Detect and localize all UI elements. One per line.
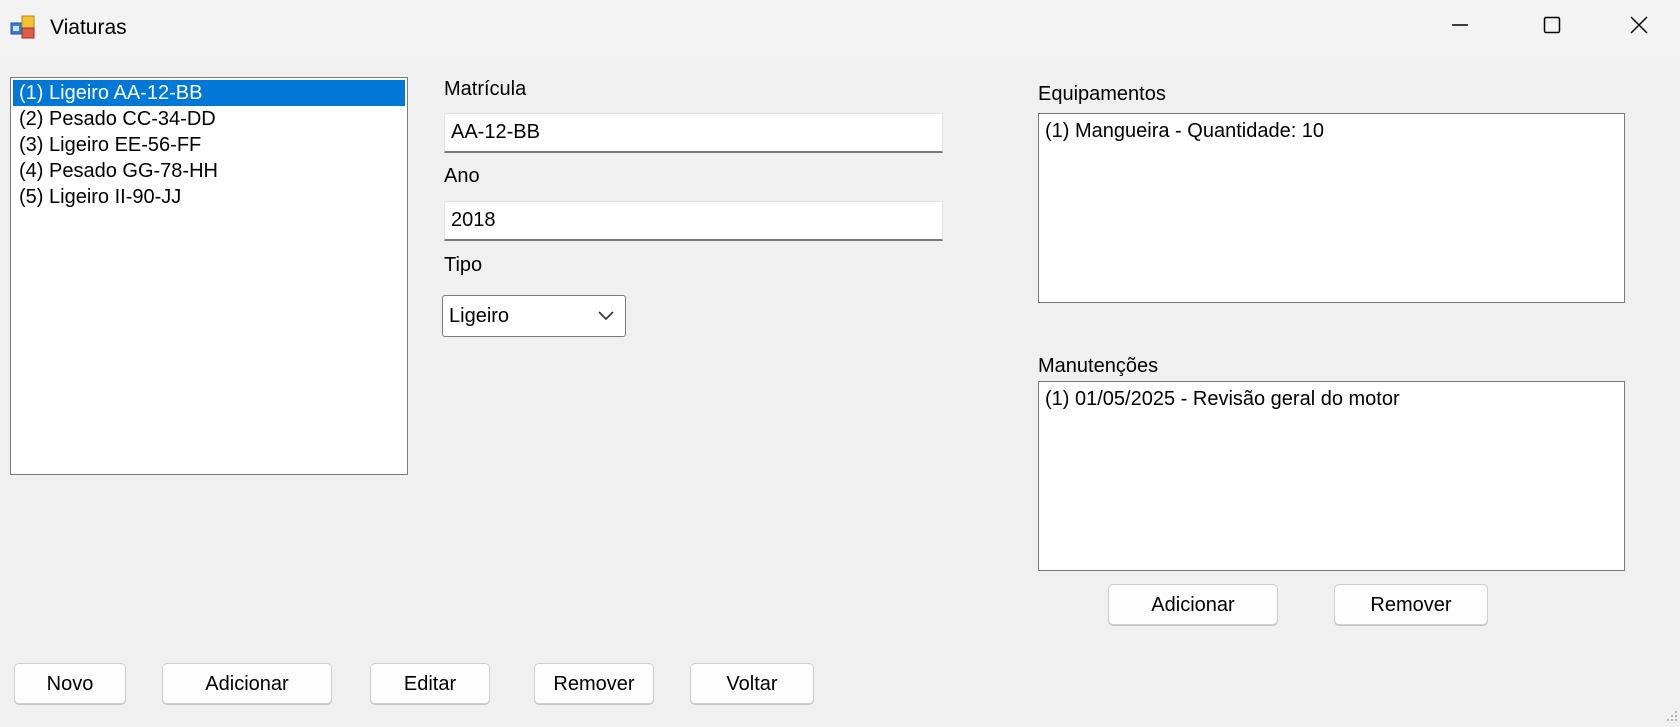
ano-label: Ano	[444, 165, 480, 187]
list-item[interactable]: (5) Ligeiro II-90-JJ	[13, 184, 405, 210]
tipo-select-value: Ligeiro	[449, 305, 510, 327]
resize-grip-icon[interactable]	[1664, 708, 1678, 722]
manutencoes-list[interactable]: (1) 01/05/2025 - Revisão geral do motor	[1038, 381, 1625, 571]
matricula-label: Matrícula	[444, 78, 527, 100]
list-item[interactable]: (3) Ligeiro EE-56-FF	[13, 132, 405, 158]
title-bar: Viaturas	[0, 0, 1680, 56]
tipo-select[interactable]: Ligeiro	[442, 295, 626, 337]
novo-button[interactable]: Novo	[14, 663, 126, 704]
list-item[interactable]: (1) 01/05/2025 - Revisão geral do motor	[1039, 386, 1624, 412]
manutencoes-label: Manutenções	[1038, 355, 1159, 377]
app-icon	[10, 14, 36, 40]
list-item[interactable]: (4) Pesado GG-78-HH	[13, 158, 405, 184]
remover-button[interactable]: Remover	[534, 663, 654, 704]
equipamentos-list[interactable]: (1) Mangueira - Quantidade: 10	[1038, 113, 1625, 303]
vehicles-list[interactable]: (1) Ligeiro AA-12-BB (2) Pesado CC-34-DD…	[10, 77, 408, 475]
minimize-icon	[1450, 15, 1470, 40]
matricula-field[interactable]: AA-12-BB	[444, 113, 943, 153]
equipamentos-label: Equipamentos	[1038, 83, 1166, 105]
window-title: Viaturas	[50, 16, 127, 39]
adicionar-button[interactable]: Adicionar	[162, 663, 332, 704]
close-icon	[1629, 15, 1649, 40]
list-item[interactable]: (2) Pesado CC-34-DD	[13, 106, 405, 132]
ano-field[interactable]: 2018	[444, 201, 943, 241]
chevron-down-icon[interactable]	[597, 308, 615, 322]
close-button[interactable]	[1598, 0, 1680, 54]
list-item[interactable]: (1) Mangueira - Quantidade: 10	[1039, 118, 1624, 144]
maximize-button[interactable]	[1506, 0, 1598, 54]
tipo-label: Tipo	[444, 254, 483, 276]
maximize-icon	[1542, 15, 1562, 40]
remove-manutencao-button[interactable]: Remover	[1334, 584, 1488, 625]
minimize-button[interactable]	[1414, 0, 1506, 54]
voltar-button[interactable]: Voltar	[690, 663, 814, 704]
add-manutencao-button[interactable]: Adicionar	[1108, 584, 1278, 625]
list-item[interactable]: (1) Ligeiro AA-12-BB	[13, 80, 405, 106]
client-area: (1) Ligeiro AA-12-BB (2) Pesado CC-34-DD…	[0, 56, 1680, 724]
editar-button[interactable]: Editar	[370, 663, 490, 704]
